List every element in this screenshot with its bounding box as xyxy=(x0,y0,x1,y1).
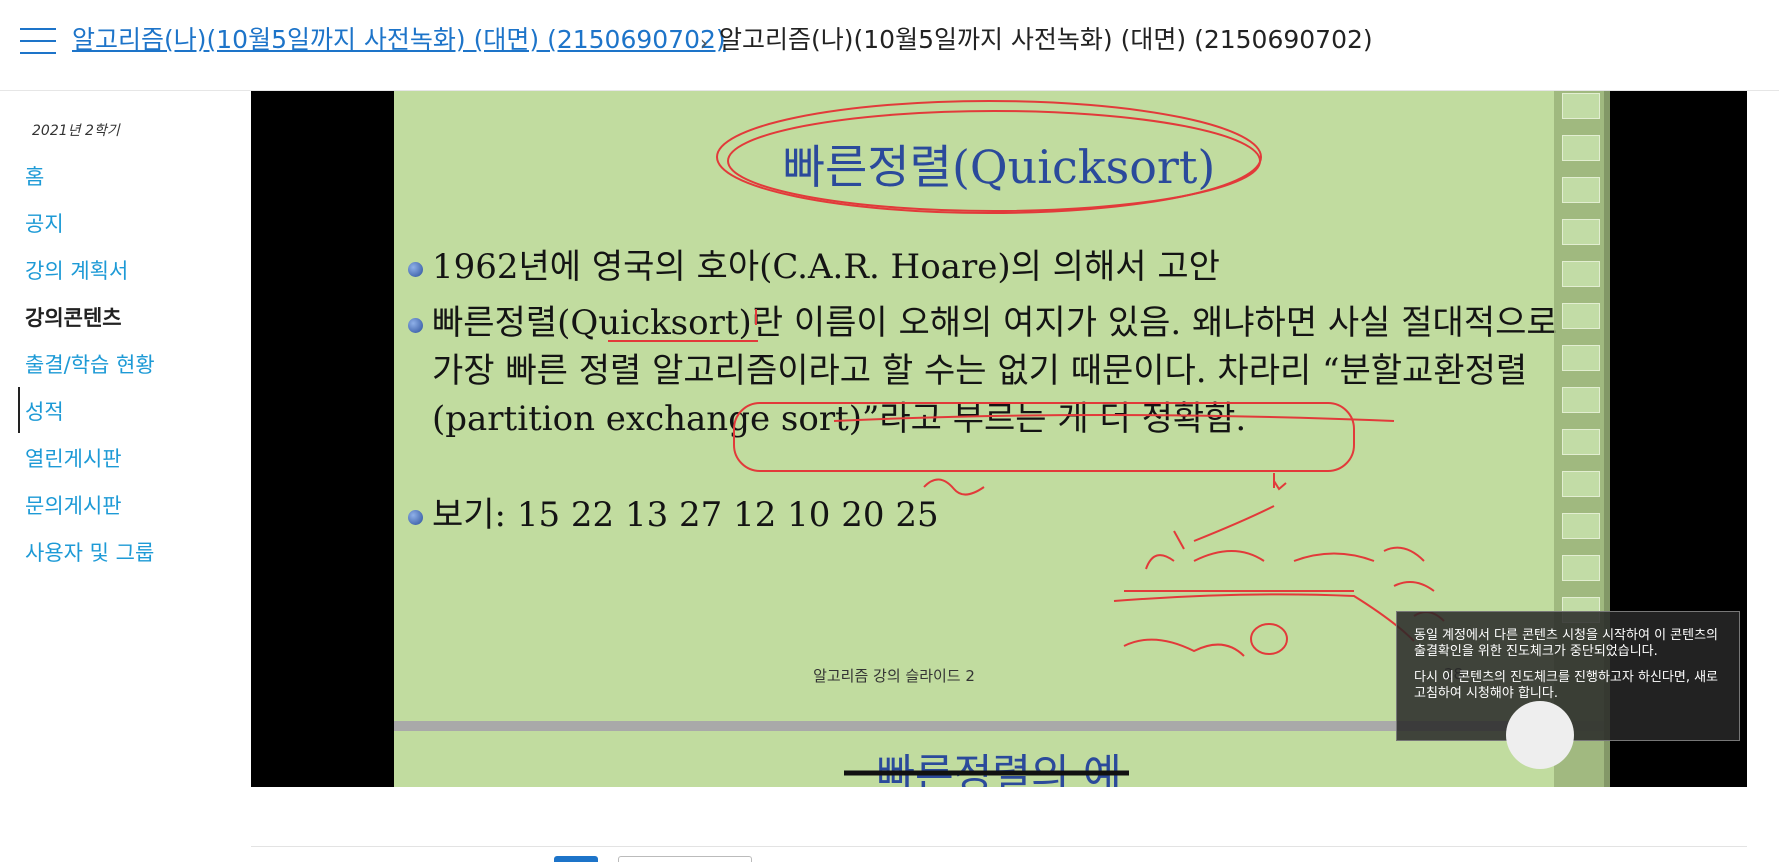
slide-bullet: 보기: 15 22 13 27 12 10 20 25 xyxy=(408,491,1562,539)
notice-line: 동일 계정에서 다른 콘텐츠 시청을 시작하여 이 콘텐츠의 출결확인을 위한 … xyxy=(1414,628,1719,659)
next-slide-title: 빠른정렬의 예 xyxy=(876,750,1122,787)
hamburger-menu-icon[interactable] xyxy=(20,28,56,54)
slide-thumbnail[interactable] xyxy=(1562,555,1600,581)
bottom-tab-active[interactable] xyxy=(554,856,598,862)
sidebar-item-syllabus[interactable]: 강의 계획서 xyxy=(25,256,128,286)
bullet-icon xyxy=(408,318,423,333)
slide-thumbnail[interactable] xyxy=(1562,345,1600,371)
bottom-tab[interactable] xyxy=(618,856,752,862)
slide-thumbnail[interactable] xyxy=(1562,135,1600,161)
bullet-icon xyxy=(408,510,423,525)
video-player[interactable]: 빠른정렬(Quicksort) 1962년에 영국의 호아(C.A.R. Hoa… xyxy=(251,91,1747,787)
notice-line: 다시 이 콘텐츠의 진도체크를 진행하고자 하신다면, 새로고침하여 시청해야 … xyxy=(1414,670,1719,701)
bullet-text: 보기: 15 22 13 27 12 10 20 25 xyxy=(432,495,939,535)
slide-thumbnail[interactable] xyxy=(1562,93,1600,119)
slide-bullet: 빠른정렬(Quicksort)란 이름이 오해의 여지가 있음. 왜냐하면 사실… xyxy=(408,299,1562,443)
breadcrumb-current: 알고리즘(나)(10월5일까지 사전녹화) (대면) (2150690702) xyxy=(719,25,1373,54)
slide-thumbnail[interactable] xyxy=(1562,513,1600,539)
slide-footer: 알고리즘 강의 슬라이드 2 xyxy=(813,667,975,685)
sidebar-item-users-groups[interactable]: 사용자 및 그룹 xyxy=(25,538,154,568)
breadcrumb-separator-icon: › xyxy=(700,31,708,55)
sidebar-item-grades[interactable]: 성적 xyxy=(25,397,64,427)
slide-title: 빠른정렬(Quicksort) xyxy=(782,140,1216,194)
term-label: 2021년 2학기 xyxy=(32,123,120,139)
active-indicator xyxy=(18,387,20,433)
slide-thumbnail[interactable] xyxy=(1562,303,1600,329)
slide-thumbnail[interactable] xyxy=(1562,261,1600,287)
bullet-text: 1962년에 영국의 호아(C.A.R. Hoare)의 의해서 고안 xyxy=(432,247,1220,287)
sidebar-item-home[interactable]: 홈 xyxy=(25,162,44,192)
slide-thumbnail[interactable] xyxy=(1562,177,1600,203)
floating-button[interactable] xyxy=(1506,701,1574,769)
sidebar-item-lecture-contents[interactable]: 강의콘텐츠 xyxy=(25,303,122,333)
content-divider xyxy=(251,846,1747,847)
slide-thumbnail[interactable] xyxy=(1562,471,1600,497)
course-sidebar: 2021년 2학기 홈 공지 강의 계획서 강의콘텐츠 출결/학습 현황 성적 … xyxy=(0,90,240,862)
sidebar-item-qna-board[interactable]: 문의게시판 xyxy=(25,491,122,521)
sidebar-item-attendance[interactable]: 출결/학습 현황 xyxy=(25,350,155,380)
slide-thumbnail[interactable] xyxy=(1562,219,1600,245)
breadcrumb-course-link[interactable]: 알고리즘(나)(10월5일까지 사전녹화) (대면) (2150690702) xyxy=(72,22,726,58)
slide-thumbnail[interactable] xyxy=(1562,387,1600,413)
page-header: 알고리즘(나)(10월5일까지 사전녹화) (대면) (2150690702) … xyxy=(0,0,1779,91)
sidebar-item-notice[interactable]: 공지 xyxy=(25,209,64,239)
slide-bullet: 1962년에 영국의 호아(C.A.R. Hoare)의 의해서 고안 xyxy=(408,243,1562,291)
bullet-icon xyxy=(408,262,423,277)
slide-thumbnail[interactable] xyxy=(1562,429,1600,455)
bullet-text: 빠른정렬(Quicksort)란 이름이 오해의 여지가 있음. 왜냐하면 사실… xyxy=(432,303,1558,439)
sidebar-item-open-board[interactable]: 열린게시판 xyxy=(25,444,122,474)
